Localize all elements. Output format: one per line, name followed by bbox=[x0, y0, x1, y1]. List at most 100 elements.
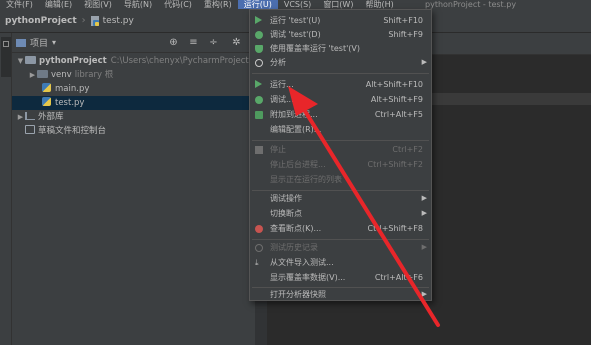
run-menu-item-run-dots[interactable]: 运行... Alt+Shift+F10 bbox=[250, 78, 431, 91]
run-menu-item-view-breakpoints[interactable]: 查看断点(K)... Ctrl+Shift+F8 bbox=[250, 222, 431, 235]
import-icon: ⤓ bbox=[255, 258, 259, 267]
run-menu-label: 停止后台进程... bbox=[270, 160, 326, 169]
tree-item-venv[interactable]: ▶ venv library 根 bbox=[12, 68, 255, 82]
run-menu-item-debug-dots[interactable]: 调试... Alt+Shift+F9 bbox=[250, 93, 431, 106]
run-menu-shortcut: Ctrl+Shift+F2 bbox=[367, 160, 423, 169]
profile-icon bbox=[255, 59, 263, 67]
menu-edit[interactable]: 编辑(E) bbox=[39, 0, 78, 9]
history-icon bbox=[255, 244, 263, 252]
tree-test-label: test.py bbox=[55, 98, 85, 108]
chevron-right-icon: › bbox=[81, 15, 86, 26]
menu-run[interactable]: 运行(U) bbox=[237, 0, 278, 9]
project-panel-header: 项目 ▾ ⊕ ≡ ÷ ✲ bbox=[12, 33, 255, 53]
run-menu-item-toggle-breakpoint[interactable]: 切换断点 ▶ bbox=[250, 207, 431, 220]
menu-code[interactable]: 代码(C) bbox=[158, 0, 198, 9]
run-menu-item-show-coverage[interactable]: 显示覆盖率数据(V)... Ctrl+Alt+F6 bbox=[250, 271, 431, 284]
run-menu-shortcut: Ctrl+Alt+F6 bbox=[374, 273, 423, 282]
chevron-right-icon[interactable]: ▶ bbox=[28, 68, 37, 82]
run-menu-item-test-history[interactable]: 测试历史记录 ▶ bbox=[250, 241, 431, 254]
run-menu-item-edit-config[interactable]: 编辑配置(R)... bbox=[250, 123, 431, 136]
gear-icon[interactable]: ✲ bbox=[231, 37, 242, 48]
tree-venv-hint: library 根 bbox=[74, 70, 114, 80]
tree-item-root[interactable]: ▼ pythonProject C:\Users\chenyx\PycharmPro… bbox=[12, 54, 255, 68]
run-menu-dropdown: 运行 'test'(U) Shift+F10 调试 'test'(D) Shif… bbox=[249, 9, 432, 301]
run-menu-label: 停止 bbox=[270, 145, 286, 154]
breadcrumb-file[interactable]: test.py bbox=[103, 16, 134, 26]
run-menu-label: 调试操作 bbox=[270, 194, 302, 203]
collapse-all-icon[interactable]: ≡ bbox=[188, 37, 199, 48]
run-menu-label: 显示正在运行的列表 bbox=[270, 175, 342, 184]
stop-icon bbox=[255, 146, 263, 154]
tree-scratches-label: 草稿文件和控制台 bbox=[38, 126, 107, 136]
project-tool-tab[interactable] bbox=[1, 37, 11, 77]
debug-icon bbox=[255, 96, 263, 104]
chevron-down-icon[interactable]: ▼ bbox=[16, 54, 25, 68]
project-panel: 项目 ▾ ⊕ ≡ ÷ ✲ ▼ pythonProject C:\Users\chen… bbox=[12, 33, 255, 345]
run-menu-shortcut: Ctrl+Shift+F8 bbox=[367, 224, 423, 233]
run-menu-shortcut: Alt+Shift+F10 bbox=[365, 80, 423, 89]
run-menu-label: 运行... bbox=[270, 80, 294, 89]
submenu-arrow-icon: ▶ bbox=[421, 194, 427, 202]
menu-window[interactable]: 窗口(W) bbox=[317, 0, 359, 9]
run-menu-shortcut: Alt+Shift+F9 bbox=[370, 95, 423, 104]
folder-icon bbox=[16, 38, 26, 47]
run-menu-label: 分析 bbox=[270, 58, 286, 67]
run-menu-label: 运行 'test'(U) bbox=[270, 16, 321, 25]
left-tool-stripe bbox=[0, 33, 12, 345]
run-menu-item-open-profiler-snapshot[interactable]: 打开分析器快照 ▶ bbox=[250, 288, 431, 301]
run-menu-item-attach-process[interactable]: 附加到进程... Ctrl+Alt+F5 bbox=[250, 108, 431, 121]
expand-icon[interactable]: ÷ bbox=[208, 37, 219, 48]
tree-item-external-libraries[interactable]: ▶ 外部库 bbox=[12, 110, 255, 124]
menu-file[interactable]: 文件(F) bbox=[0, 0, 39, 9]
run-menu-item-run-test[interactable]: 运行 'test'(U) Shift+F10 bbox=[250, 14, 431, 27]
run-menu-label: 附加到进程... bbox=[270, 110, 318, 119]
run-menu-shortcut: Shift+F10 bbox=[383, 16, 423, 25]
run-menu-item-stop-background[interactable]: 停止后台进程... Ctrl+Shift+F2 bbox=[250, 158, 431, 171]
submenu-arrow-icon: ▶ bbox=[421, 243, 427, 251]
debug-icon bbox=[255, 31, 263, 39]
menu-view[interactable]: 视图(V) bbox=[78, 0, 118, 9]
run-menu-item-profile[interactable]: 分析 ▶ bbox=[250, 56, 431, 69]
run-menu-label: 打开分析器快照 bbox=[270, 290, 326, 299]
run-menu-label: 编辑配置(R)... bbox=[270, 125, 322, 134]
submenu-arrow-icon: ▶ bbox=[421, 58, 427, 66]
run-menu-item-stop[interactable]: 停止 Ctrl+F2 bbox=[250, 143, 431, 156]
tree-item-scratches[interactable]: 草稿文件和控制台 bbox=[12, 124, 255, 138]
console-icon bbox=[25, 125, 35, 134]
tree-extlib-label: 外部库 bbox=[38, 112, 64, 122]
run-menu-shortcut: Shift+F9 bbox=[388, 30, 423, 39]
run-menu-label: 测试历史记录 bbox=[270, 243, 318, 252]
project-panel-title[interactable]: 项目 bbox=[30, 36, 48, 49]
locate-icon[interactable]: ⊕ bbox=[168, 37, 179, 48]
python-file-icon bbox=[90, 15, 100, 26]
menu-separator bbox=[252, 73, 429, 74]
run-menu-label: 切换断点 bbox=[270, 209, 302, 218]
menu-navigate[interactable]: 导航(N) bbox=[118, 0, 158, 9]
chevron-down-icon[interactable]: ▾ bbox=[52, 38, 56, 47]
run-menu-shortcut: Ctrl+F2 bbox=[392, 145, 423, 154]
run-menu-label: 调试 'test'(D) bbox=[270, 30, 321, 39]
chevron-right-icon[interactable]: ▶ bbox=[16, 110, 25, 124]
folder-icon bbox=[25, 56, 36, 64]
menu-separator bbox=[252, 190, 429, 191]
tree-item-test[interactable]: test.py bbox=[12, 96, 255, 110]
breadcrumb-project[interactable]: pythonProject bbox=[5, 16, 77, 26]
run-menu-item-debug-actions[interactable]: 调试操作 ▶ bbox=[250, 192, 431, 205]
run-menu-item-show-running[interactable]: 显示正在运行的列表 bbox=[250, 173, 431, 186]
run-menu-label: 调试... bbox=[270, 95, 294, 104]
window-title: pythonProject - test.py bbox=[425, 0, 517, 9]
menu-vcs[interactable]: VCS(S) bbox=[278, 0, 317, 9]
run-menu-item-debug-test[interactable]: 调试 'test'(D) Shift+F9 bbox=[250, 28, 431, 41]
folder-icon bbox=[37, 70, 48, 78]
menu-separator bbox=[252, 140, 429, 141]
run-menu-item-import-tests[interactable]: ⤓ 从文件导入测试... bbox=[250, 256, 431, 269]
project-icon bbox=[3, 41, 9, 47]
run-menu-label: 从文件导入测试... bbox=[270, 258, 334, 267]
menu-refactor[interactable]: 重构(R) bbox=[198, 0, 238, 9]
run-menu-item-run-with-coverage[interactable]: 使用覆盖率运行 'test'(V) bbox=[250, 42, 431, 55]
tree-item-main[interactable]: main.py bbox=[12, 82, 255, 96]
menu-help[interactable]: 帮助(H) bbox=[359, 0, 399, 9]
coverage-icon bbox=[255, 45, 263, 53]
project-tree: ▼ pythonProject C:\Users\chenyx\PycharmPro… bbox=[12, 54, 255, 138]
submenu-arrow-icon: ▶ bbox=[421, 209, 427, 217]
